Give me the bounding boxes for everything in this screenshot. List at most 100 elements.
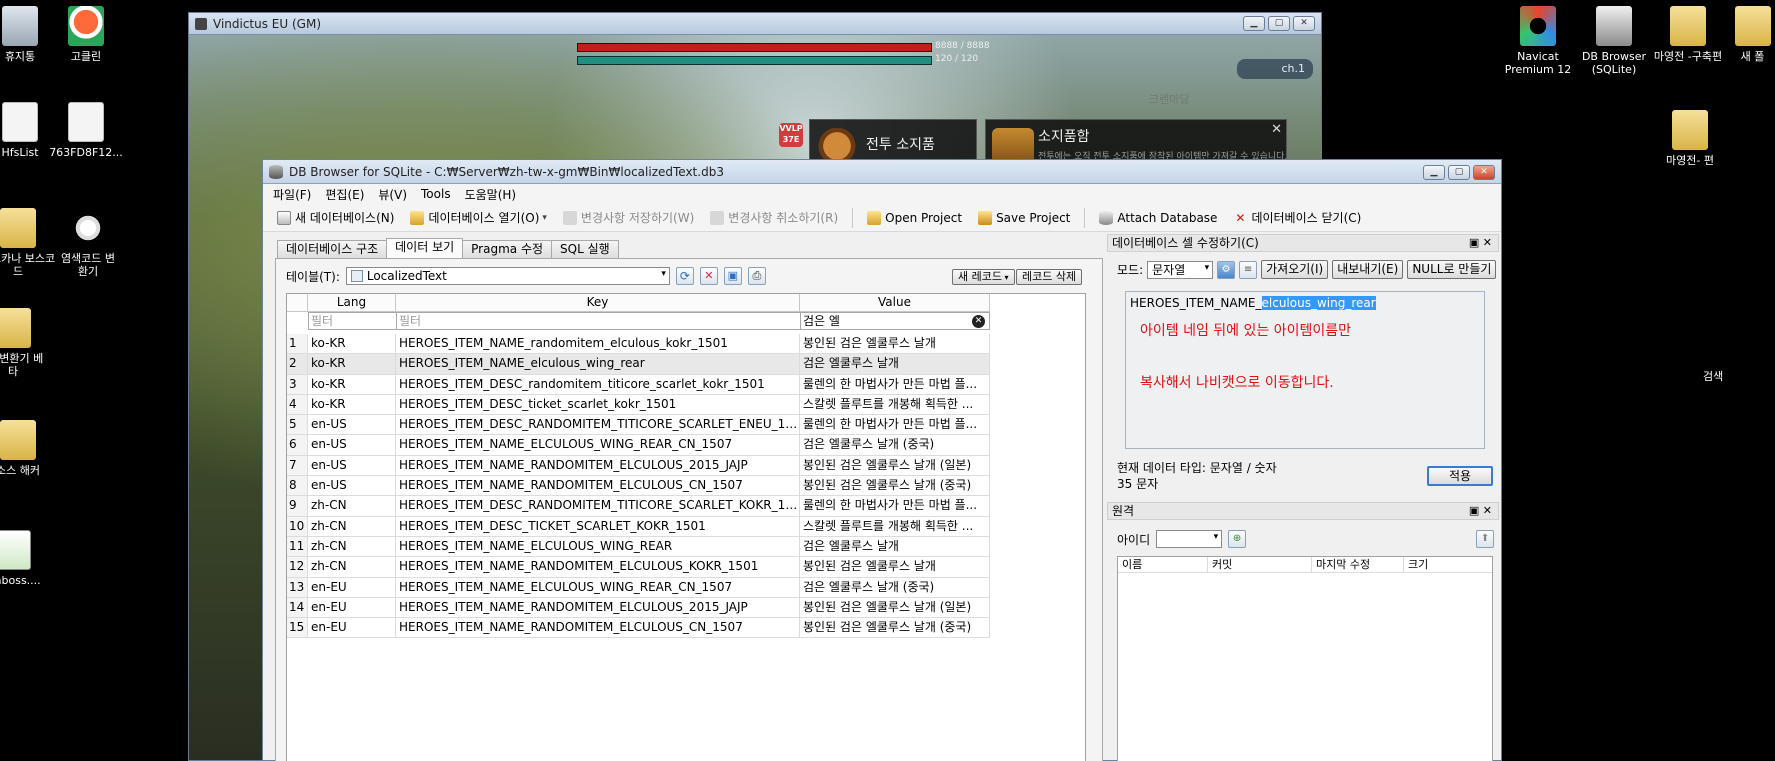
cell-key[interactable]: HEROES_ITEM_NAME_RANDOMITEM_ELCULOUS_201… <box>396 455 800 477</box>
row-number[interactable]: 2 <box>287 354 308 375</box>
cell-value[interactable]: 스칼렛 플루트를 개봉해 획득한 ... <box>800 516 990 537</box>
row-number[interactable]: 1 <box>287 334 308 355</box>
cell-key[interactable]: HEROES_ITEM_NAME_RANDOMITEM_ELCULOUS_CN_… <box>396 476 800 497</box>
set-null-button[interactable]: NULL로 만들기 <box>1407 260 1497 279</box>
attach-database-button[interactable]: Attach Database <box>1093 207 1223 229</box>
cell-lang[interactable]: ko-KR <box>308 354 396 375</box>
filter-lang[interactable]: 필터 <box>308 312 397 330</box>
cell-key[interactable]: HEROES_ITEM_DESC_TICKET_SCARLET_KOKR_150… <box>396 516 800 537</box>
save-project-button[interactable]: Save Project <box>972 207 1076 229</box>
table-row[interactable]: 14 en-EU HEROES_ITEM_NAME_RANDOMITEM_ELCUL… <box>287 597 990 619</box>
print-button[interactable]: ⎙ <box>747 267 766 285</box>
close-button[interactable]: ✕ <box>1473 165 1495 180</box>
table-row[interactable]: 2 ko-KR HEROES_ITEM_NAME_elculous_wing_rea… <box>287 354 990 375</box>
remote-col-size[interactable]: 크기 <box>1404 557 1492 572</box>
open-database-button[interactable]: 데이터베이스 열기(O) ▾ <box>404 207 552 229</box>
tab-database-structure[interactable]: 데이터베이스 구조 <box>277 240 388 258</box>
minimize-button[interactable]: ▁ <box>1243 16 1265 31</box>
table-row[interactable]: 11 zh-CN HEROES_ITEM_NAME_ELCULOUS_WING_RE… <box>287 536 990 558</box>
cell-lang[interactable]: ko-KR <box>308 394 396 416</box>
cell-value[interactable]: 룰렌의 한 마법사가 만든 마법 플... <box>800 415 990 436</box>
column-header-lang[interactable]: Lang <box>308 294 396 312</box>
remote-col-name[interactable]: 이름 <box>1118 557 1208 572</box>
cell-editor[interactable]: HEROES_ITEM_NAME_ elculous_wing_rear 아이템 … <box>1125 291 1485 449</box>
cell-key[interactable]: HEROES_ITEM_DESC_RANDOMITEM_TITICORE_SCA… <box>396 415 800 436</box>
table-row[interactable]: 6 en-US HEROES_ITEM_NAME_ELCULOUS_WING_REA… <box>287 435 990 456</box>
cell-lang[interactable]: en-US <box>308 476 396 497</box>
cell-key[interactable]: HEROES_ITEM_DESC_RANDOMITEM_TITICORE_SCA… <box>396 496 800 517</box>
cell-lang[interactable]: en-US <box>308 455 396 477</box>
cell-key[interactable]: HEROES_ITEM_NAME_RANDOMITEM_ELCULOUS_201… <box>396 597 800 619</box>
dock-controls[interactable]: ▣ ✕ <box>1469 503 1492 519</box>
remote-id-select[interactable]: ▾ <box>1156 530 1223 548</box>
table-row[interactable]: 7 en-US HEROES_ITEM_NAME_RANDOMITEM_ELCULO… <box>287 455 990 477</box>
close-icon[interactable]: ✕ <box>1271 122 1282 137</box>
cell-lang[interactable]: en-EU <box>308 597 396 619</box>
table-select[interactable]: LocalizedText ▾ <box>345 267 670 285</box>
cell-key[interactable]: HEROES_ITEM_NAME_ELCULOUS_WING_REAR <box>396 536 800 558</box>
menu-file[interactable]: 파일(F) <box>273 186 311 203</box>
save-view-button[interactable]: ▣ <box>723 267 742 285</box>
chevron-down-icon[interactable]: ▾ <box>542 213 547 223</box>
desktop-icon-file[interactable]: 763FD8F12... <box>46 102 126 159</box>
import-button[interactable]: 가져오기(I) <box>1261 260 1329 279</box>
desktop-icon-goclean[interactable]: 고클린 <box>46 6 126 63</box>
tab-execute-sql[interactable]: SQL 실행 <box>551 240 619 258</box>
table-row[interactable]: 1 ko-KR HEROES_ITEM_NAME_randomitem_elculo… <box>287 334 990 355</box>
desktop-icon-db-browser[interactable]: DB Browser (SQLite) <box>1574 6 1654 76</box>
row-number[interactable]: 8 <box>287 476 308 497</box>
row-number[interactable]: 7 <box>287 455 308 477</box>
cell-key[interactable]: HEROES_ITEM_DESC_randomitem_titicore_sca… <box>396 374 800 395</box>
table-row[interactable]: 13 en-EU HEROES_ITEM_NAME_ELCULOUS_WING_RE… <box>287 577 990 598</box>
cell-lang[interactable]: zh-CN <box>308 557 396 578</box>
cell-key[interactable]: HEROES_ITEM_DESC_ticket_scarlet_kokr_150… <box>396 394 800 416</box>
export-button[interactable]: 내보내기(E) <box>1332 260 1404 279</box>
minimize-button[interactable]: ▁ <box>1423 165 1445 180</box>
remote-push-button[interactable]: ⬆ <box>1476 530 1495 548</box>
cell-lang[interactable]: zh-CN <box>308 516 396 537</box>
clear-filters-button[interactable]: ✕ <box>699 267 718 285</box>
desktop-icon-hfs-converter[interactable]: hfs변환기 베타 <box>0 308 46 378</box>
row-number[interactable]: 4 <box>287 394 308 416</box>
table-row[interactable]: 4 ko-KR HEROES_ITEM_DESC_ticket_scarlet_ko… <box>287 394 990 416</box>
table-row[interactable]: 15 en-EU HEROES_ITEM_NAME_RANDOMITEM_ELCUL… <box>287 618 990 639</box>
cell-value[interactable]: 룰렌의 한 마법사가 만든 마법 플... <box>800 374 990 395</box>
tab-browse-data[interactable]: 데이터 보기 <box>386 238 464 258</box>
cell-key[interactable]: HEROES_ITEM_NAME_randomitem_elculous_kok… <box>396 334 800 355</box>
desktop-icon-arcana[interactable]: 아르카나 보스코드 <box>0 208 56 278</box>
cell-value[interactable]: 봉인된 검은 엘쿨루스 날개 <box>800 557 990 578</box>
row-number[interactable]: 5 <box>287 415 308 436</box>
cell-value[interactable]: 스칼렛 플루트를 개봉해 획득한 ... <box>800 394 990 416</box>
cell-key[interactable]: HEROES_ITEM_NAME_RANDOMITEM_ELCULOUS_CN_… <box>396 618 800 639</box>
mode-select[interactable]: 문자열 ▾ <box>1147 260 1214 279</box>
row-number[interactable]: 15 <box>287 618 308 639</box>
table-row[interactable]: 12 zh-CN HEROES_ITEM_NAME_RANDOMITEM_ELCUL… <box>287 557 990 578</box>
cell-value[interactable]: 봉인된 검은 엘쿨루스 날개 (중국) <box>800 476 990 497</box>
remote-col-commit[interactable]: 커밋 <box>1208 557 1312 572</box>
cell-lang[interactable]: en-EU <box>308 618 396 639</box>
cell-value[interactable]: 검은 엘쿨루스 날개 <box>800 536 990 558</box>
cell-lang[interactable]: en-EU <box>308 577 396 598</box>
cell-lang[interactable]: ko-KR <box>308 334 396 355</box>
cell-lang[interactable]: zh-CN <box>308 496 396 517</box>
open-project-button[interactable]: Open Project <box>861 207 968 229</box>
table-row[interactable]: 9 zh-CN HEROES_ITEM_DESC_RANDOMITEM_TITICO… <box>287 496 990 517</box>
desktop-icon-mabinogi-2[interactable]: 마영전- 편 <box>1660 110 1720 167</box>
close-button[interactable]: ✕ <box>1293 16 1315 31</box>
auto-switch-button[interactable]: ⚙ <box>1217 260 1236 279</box>
row-number[interactable]: 13 <box>287 577 308 598</box>
write-changes-button[interactable]: 변경사항 저장하기(W) <box>557 207 700 229</box>
cell-value[interactable]: 봉인된 검은 엘쿨루스 날개 (일본) <box>800 455 990 477</box>
new-database-button[interactable]: 새 데이터베이스(N) <box>271 207 400 229</box>
cell-key[interactable]: HEROES_ITEM_NAME_ELCULOUS_WING_REAR_CN_1… <box>396 577 800 598</box>
desktop-icon-navicat[interactable]: Navicat Premium 12 <box>1498 6 1578 76</box>
filter-key[interactable]: 필터 <box>396 312 801 330</box>
row-number[interactable]: 14 <box>287 597 308 619</box>
table-row[interactable]: 5 en-US HEROES_ITEM_DESC_RANDOMITEM_TITICO… <box>287 415 990 436</box>
table-row[interactable]: 3 ko-KR HEROES_ITEM_DESC_randomitem_titico… <box>287 374 990 395</box>
remote-col-modified[interactable]: 마지막 수정 <box>1312 557 1404 572</box>
cell-value[interactable]: 봉인된 검은 엘쿨루스 날개 (중국) <box>800 618 990 639</box>
cell-value[interactable]: 검은 엘쿨루스 날개 (중국) <box>800 577 990 598</box>
close-database-button[interactable]: ✕ 데이터베이스 닫기(C) <box>1227 207 1367 229</box>
cell-value[interactable]: 검은 엘쿨루스 날개 <box>800 354 990 375</box>
